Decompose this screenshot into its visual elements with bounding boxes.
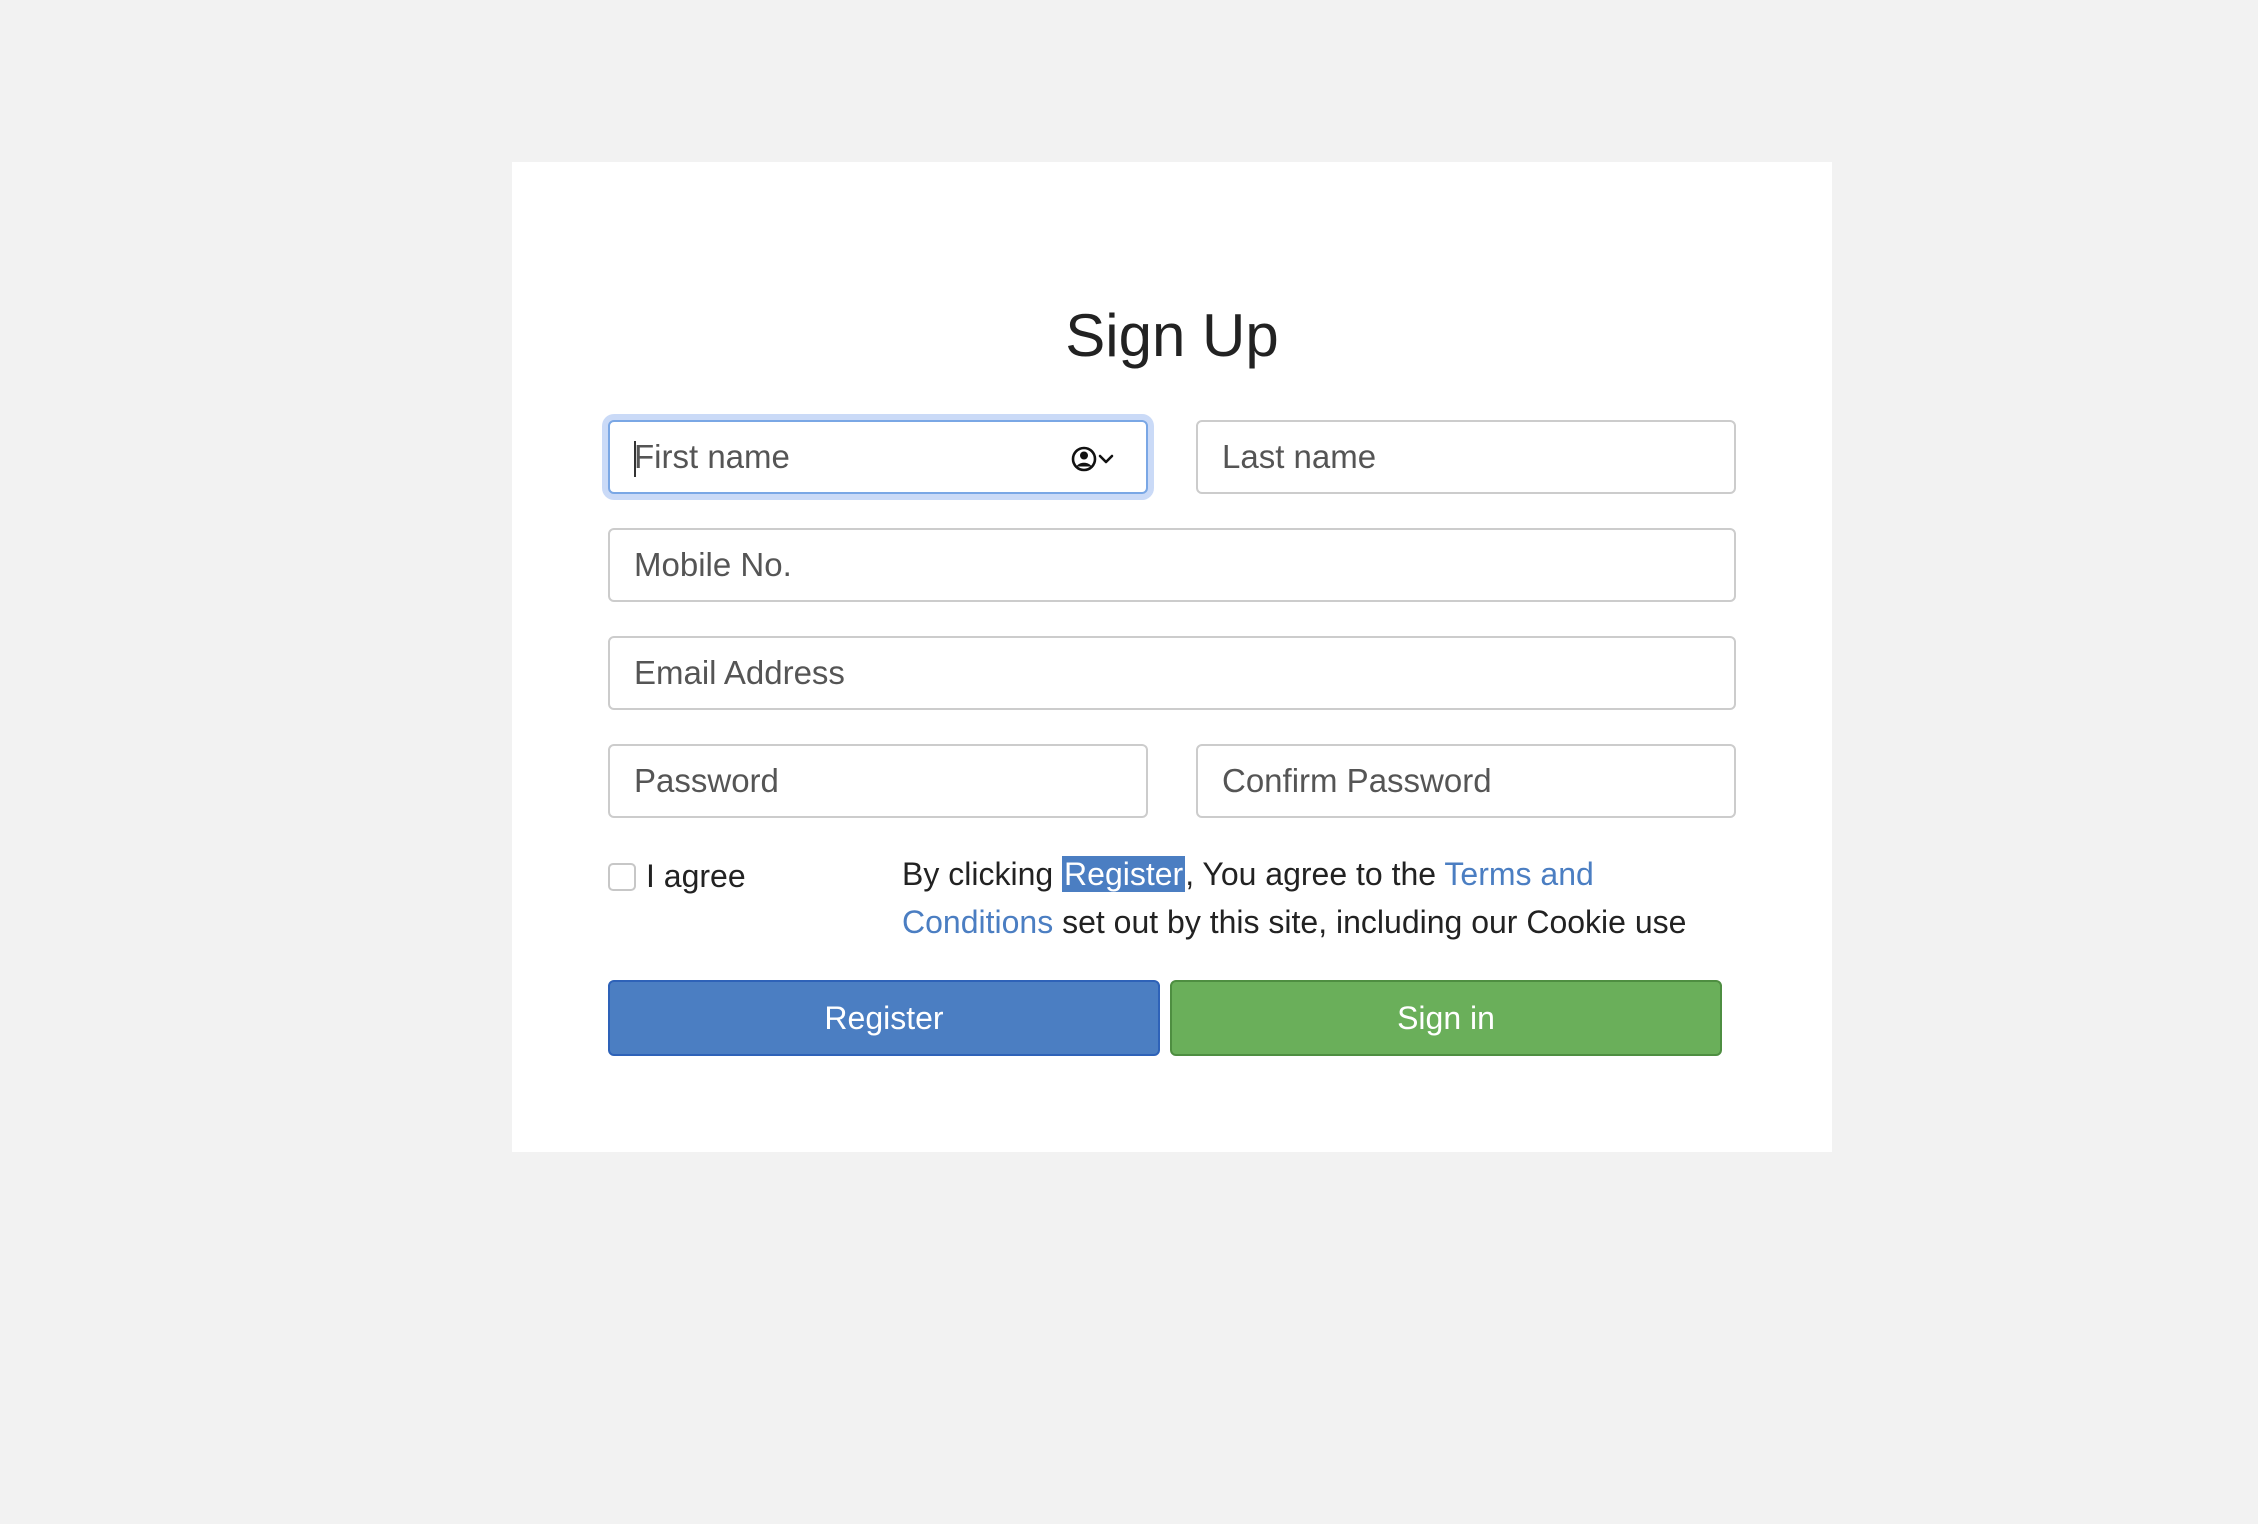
- last-name-field[interactable]: [1196, 420, 1736, 494]
- page-title: Sign Up: [1065, 302, 1279, 369]
- terms-suffix: set out by this site, including our Cook…: [1053, 904, 1687, 940]
- email-input[interactable]: [634, 638, 1710, 708]
- first-name-input[interactable]: [634, 422, 1122, 492]
- password-input[interactable]: [634, 746, 1122, 816]
- email-field[interactable]: [608, 636, 1736, 710]
- mobile-field[interactable]: [608, 528, 1736, 602]
- password-field[interactable]: [608, 744, 1148, 818]
- first-name-field[interactable]: [608, 420, 1148, 494]
- confirm-password-field[interactable]: [1196, 744, 1736, 818]
- agree-checkbox[interactable]: [608, 862, 636, 891]
- confirm-password-input[interactable]: [1222, 746, 1710, 816]
- terms-text: By clicking Register, You agree to the T…: [902, 850, 1702, 946]
- terms-middle: , You agree to the: [1185, 856, 1445, 892]
- text-caret: [634, 441, 636, 477]
- agree-row: I agree: [608, 858, 746, 895]
- autofill-contact-icon[interactable]: [1070, 442, 1120, 476]
- terms-prefix: By clicking: [902, 856, 1063, 892]
- signin-button[interactable]: Sign in: [1170, 980, 1722, 1056]
- last-name-input[interactable]: [1222, 422, 1710, 492]
- signup-card: Sign Up I agree By clicking Register, Yo…: [512, 162, 1832, 1152]
- terms-highlight: Register: [1062, 856, 1186, 892]
- mobile-input[interactable]: [634, 530, 1710, 600]
- agree-label[interactable]: I agree: [646, 858, 746, 895]
- register-button[interactable]: Register: [608, 980, 1160, 1056]
